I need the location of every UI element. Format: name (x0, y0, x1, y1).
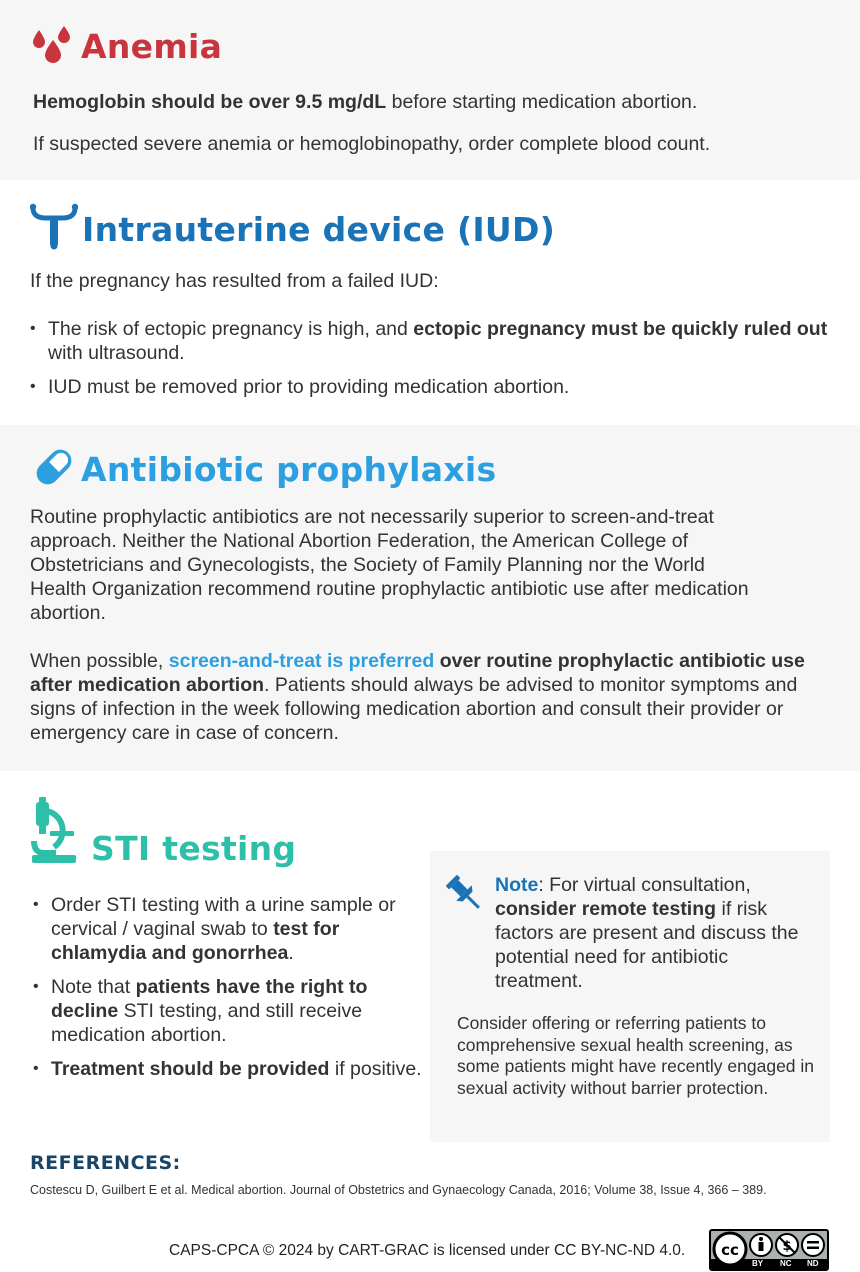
blood-drops-icon (33, 26, 70, 63)
license-text: CAPS-CPCA © 2024 by CART-GRAC is license… (169, 1242, 686, 1259)
cc-badge-by: BY (752, 1259, 764, 1268)
references-citation: Costescu D, Guilbert E et al. Medical ab… (30, 1183, 767, 1197)
sti-list: Order STI testing with a urine sample or… (33, 893, 423, 1081)
note-text: Note: For virtual consultation, consider… (495, 874, 799, 992)
list-item: IUD must be removed prior to providing m… (30, 375, 838, 399)
anemia-cbc-text: If suspected severe anemia or hemoglobin… (33, 133, 711, 155)
note-box: Note: For virtual consultation, consider… (430, 851, 830, 1142)
iud-intro: If the pregnancy has resulted from a fai… (30, 270, 439, 292)
iud-section: Intrauterine device (IUD) If the pregnan… (0, 180, 860, 425)
cc-by-nc-nd-badge-icon[interactable]: cc $ BY NC ND (709, 1229, 829, 1271)
pill-capsule-icon (36, 449, 72, 485)
antibiotic-screen-text: When possible, screen-and-treat is prefe… (30, 650, 805, 744)
anemia-hemoglobin-text: Hemoglobin should be over 9.5 mg/dL befo… (33, 91, 698, 113)
antibiotic-section: Antibiotic prophylaxis Routine prophylac… (0, 425, 860, 771)
iud-icon (30, 203, 78, 250)
sti-title: STI testing (91, 829, 297, 868)
antibiotic-title: Antibiotic prophylaxis (81, 450, 497, 489)
anemia-title: Anemia (81, 27, 223, 66)
references-heading: REFERENCES: (30, 1152, 181, 1174)
antibiotic-routine-text: Routine prophylactic antibiotics are not… (30, 506, 749, 624)
list-item: Note that patients have the right to dec… (33, 975, 423, 1047)
anemia-section: Anemia Hemoglobin should be over 9.5 mg/… (0, 0, 860, 180)
pushpin-icon (446, 875, 480, 909)
note-secondary-text: Consider offering or referring patients … (457, 1013, 815, 1098)
list-item: Order STI testing with a urine sample or… (33, 893, 423, 965)
cc-badge-nd: ND (807, 1259, 819, 1268)
list-item: Treatment should be provided if positive… (33, 1057, 423, 1081)
microscope-icon (31, 797, 76, 863)
list-item: The risk of ectopic pregnancy is high, a… (30, 317, 838, 365)
cc-badge-nc: NC (780, 1259, 792, 1268)
sti-section: STI testing Order STI testing with a uri… (0, 771, 860, 1161)
svg-text:cc: cc (721, 1241, 739, 1259)
iud-title: Intrauterine device (IUD) (82, 210, 556, 249)
iud-list: The risk of ectopic pregnancy is high, a… (30, 317, 838, 399)
